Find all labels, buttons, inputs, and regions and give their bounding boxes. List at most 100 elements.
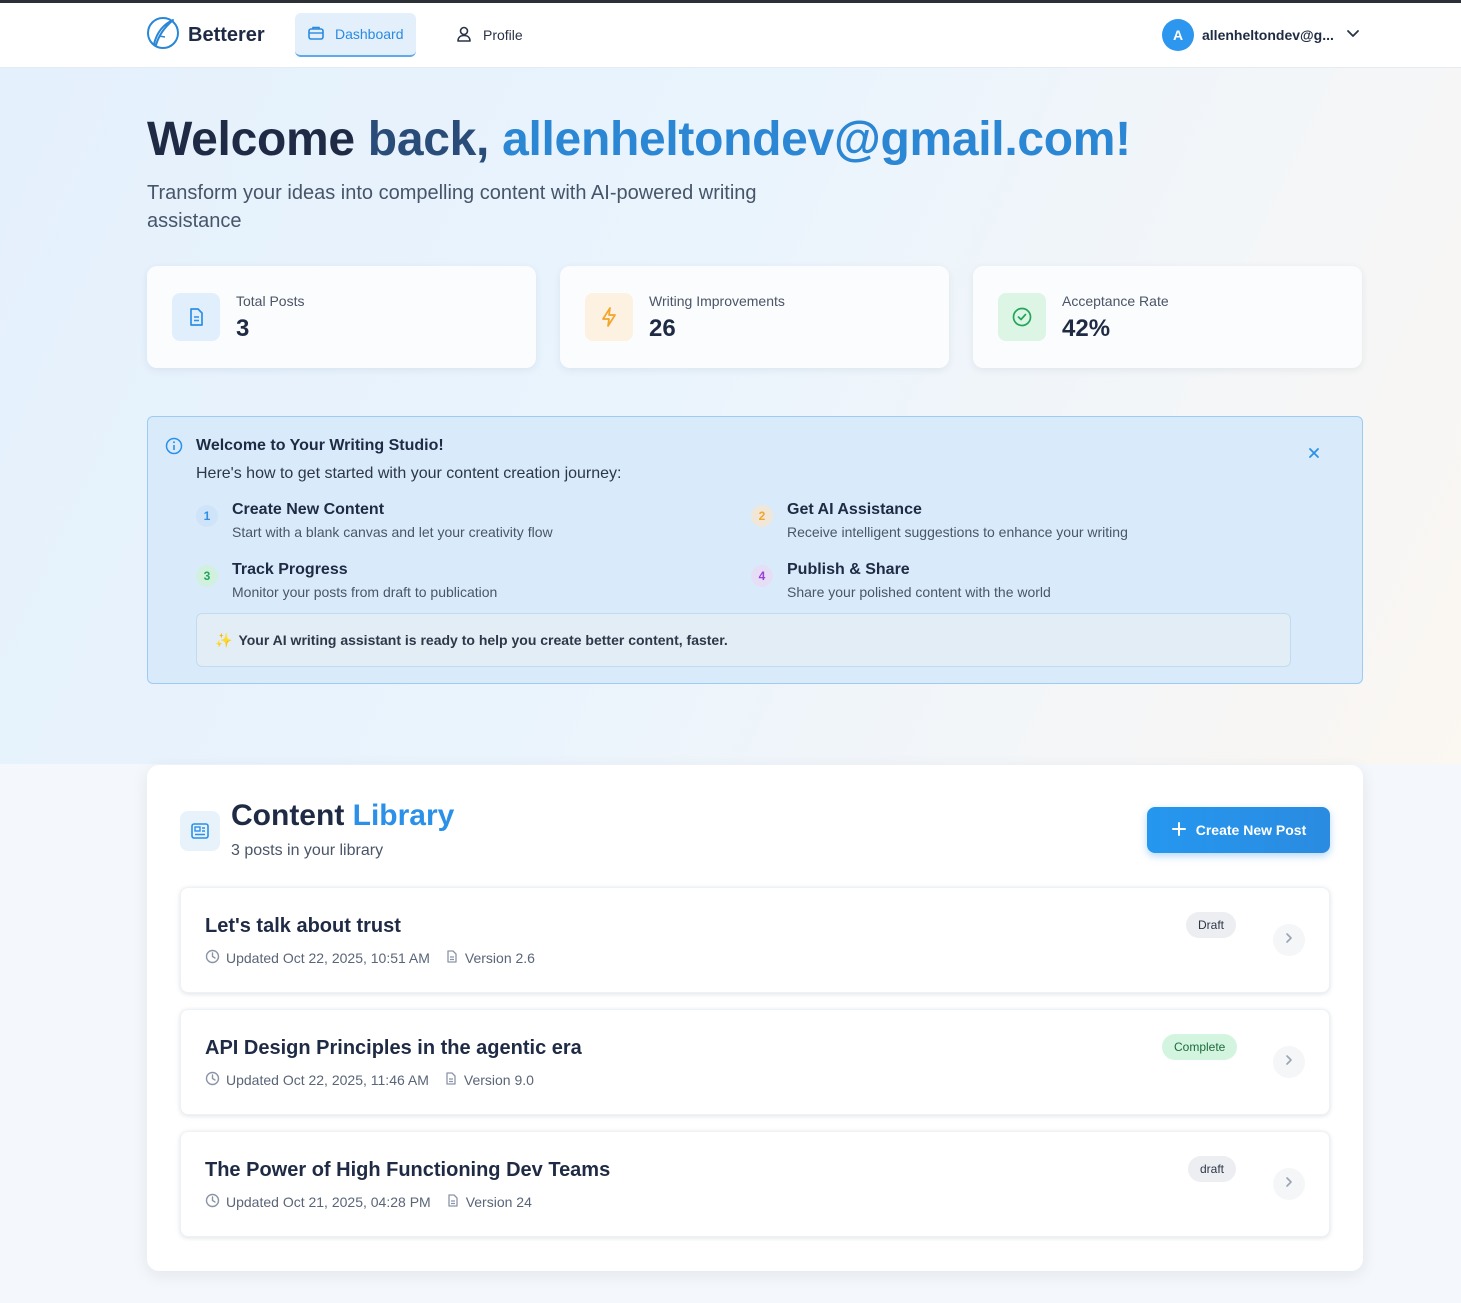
post-updated: Updated Oct 22, 2025, 10:51 AM — [205, 949, 430, 967]
step-description: Share your polished content with the wor… — [787, 584, 1051, 600]
content-library: Content Library 3 posts in your library … — [147, 765, 1363, 1271]
step-track-progress: 3 Track Progress Monitor your posts from… — [196, 561, 716, 605]
tab-profile[interactable]: Profile — [443, 13, 543, 57]
step-title: Get AI Assistance — [787, 501, 922, 518]
step-title: Publish & Share — [787, 561, 910, 578]
library-title-b: Library — [352, 799, 455, 832]
post-title: The Power of High Functioning Dev Teams — [205, 1159, 611, 1181]
document-icon — [172, 293, 220, 341]
user-menu[interactable]: A allenheltondev@g... — [1162, 19, 1360, 51]
stat-label: Acceptance Rate — [1062, 293, 1169, 309]
newspaper-icon — [180, 811, 220, 851]
post-meta: Updated Oct 21, 2025, 04:28 PM Version 2… — [205, 1193, 546, 1211]
title-back: back, — [367, 113, 503, 166]
library-count: 3 posts in your library — [231, 842, 384, 859]
navbar: Betterer Dashboard Profile A allenhelton… — [0, 3, 1461, 68]
step-number: 2 — [751, 505, 773, 527]
title-welcome: Welcome — [147, 113, 368, 166]
clock-icon — [205, 1071, 220, 1089]
step-description: Monitor your posts from draft to publica… — [232, 584, 498, 600]
info-icon — [165, 437, 183, 460]
post-updated-text: Updated Oct 21, 2025, 04:28 PM — [226, 1194, 431, 1210]
create-new-post-label: Create New Post — [1195, 822, 1307, 838]
stat-card-acceptance-rate: Acceptance Rate 42% — [973, 266, 1362, 368]
welcome-subtitle: Here's how to get started with your cont… — [196, 465, 622, 482]
post-meta: Updated Oct 22, 2025, 11:46 AM Version 9… — [205, 1071, 548, 1089]
chevron-right-icon — [1283, 931, 1295, 949]
welcome-title: Welcome to Your Writing Studio! — [196, 437, 444, 454]
stat-card-writing-improvements: Writing Improvements 26 — [560, 266, 949, 368]
avatar: A — [1162, 19, 1194, 51]
document-icon — [444, 949, 459, 967]
post-card[interactable]: API Design Principles in the agentic era… — [180, 1009, 1330, 1115]
stat-label: Total Posts — [236, 293, 305, 309]
chevron-right-icon — [1283, 1175, 1295, 1193]
post-updated: Updated Oct 21, 2025, 04:28 PM — [205, 1193, 431, 1211]
tab-dashboard-label: Dashboard — [335, 26, 404, 42]
briefcase-icon — [307, 24, 325, 45]
lightning-icon — [585, 293, 633, 341]
status-badge: Complete — [1162, 1034, 1238, 1060]
post-version: Version 2.6 — [444, 949, 535, 967]
library-title-a: Content — [231, 799, 353, 832]
chevron-down-icon — [1346, 26, 1360, 45]
step-publish-share: 4 Publish & Share Share your polished co… — [751, 561, 1271, 605]
post-title: Let's talk about trust — [205, 915, 401, 937]
document-icon — [445, 1193, 460, 1211]
step-ai-assistance: 2 Get AI Assistance Receive intelligent … — [751, 501, 1271, 545]
open-post-button[interactable] — [1273, 1046, 1305, 1078]
open-post-button[interactable] — [1273, 1168, 1305, 1200]
sparkles-icon: ✨ — [215, 631, 233, 648]
library-title: Content Library — [231, 799, 454, 833]
document-icon — [443, 1071, 458, 1089]
page-title: Welcome back, allenheltondev@gmail.com! — [147, 112, 1131, 167]
step-number: 3 — [196, 565, 218, 587]
post-version-text: Version 9.0 — [463, 1072, 534, 1088]
stat-value: 26 — [649, 315, 676, 342]
ai-tip-text: Your AI writing assistant is ready to he… — [238, 632, 728, 648]
post-version: Version 9.0 — [443, 1071, 534, 1089]
step-create-content: 1 Create New Content Start with a blank … — [196, 501, 716, 545]
title-email: allenheltondev@gmail.com! — [502, 113, 1131, 166]
post-card[interactable]: Let's talk about trust Updated Oct 22, 2… — [180, 887, 1330, 993]
step-description: Receive intelligent suggestions to enhan… — [787, 524, 1128, 540]
stat-card-total-posts: Total Posts 3 — [147, 266, 536, 368]
check-circle-icon — [998, 293, 1046, 341]
user-icon — [455, 25, 473, 46]
post-updated: Updated Oct 22, 2025, 11:46 AM — [205, 1071, 429, 1089]
step-number: 1 — [196, 505, 218, 527]
brand-name: Betterer — [188, 23, 265, 46]
open-post-button[interactable] — [1273, 924, 1305, 956]
step-number: 4 — [751, 565, 773, 587]
step-title: Create New Content — [232, 501, 385, 518]
clock-icon — [205, 1193, 220, 1211]
post-version-text: Version 2.6 — [464, 950, 535, 966]
step-title: Track Progress — [232, 561, 348, 578]
chevron-right-icon — [1283, 1053, 1295, 1071]
tab-profile-label: Profile — [483, 27, 523, 43]
page-subtitle: Transform your ideas into compelling con… — [147, 182, 757, 232]
close-icon[interactable] — [1306, 445, 1322, 466]
create-new-post-button[interactable]: Create New Post — [1147, 807, 1330, 853]
ai-tip-banner: ✨ Your AI writing assistant is ready to … — [196, 613, 1291, 667]
plus-icon — [1171, 821, 1187, 840]
user-email: allenheltondev@g... — [1202, 27, 1334, 43]
post-card[interactable]: The Power of High Functioning Dev Teams … — [180, 1131, 1330, 1237]
stat-value: 42% — [1062, 315, 1111, 342]
status-badge: Draft — [1186, 912, 1237, 938]
post-meta: Updated Oct 22, 2025, 10:51 AM Version 2… — [205, 949, 549, 967]
post-updated-text: Updated Oct 22, 2025, 10:51 AM — [226, 950, 430, 966]
welcome-alert: Welcome to Your Writing Studio! Here's h… — [147, 416, 1363, 684]
step-description: Start with a blank canvas and let your c… — [232, 524, 553, 540]
feather-pen-logo-icon — [146, 16, 180, 55]
tab-dashboard[interactable]: Dashboard — [295, 13, 416, 57]
status-badge: draft — [1188, 1156, 1237, 1182]
brand[interactable]: Betterer — [146, 16, 265, 55]
post-version: Version 24 — [445, 1193, 532, 1211]
clock-icon — [205, 949, 220, 967]
post-updated-text: Updated Oct 22, 2025, 11:46 AM — [226, 1072, 429, 1088]
post-title: API Design Principles in the agentic era — [205, 1037, 582, 1059]
stat-label: Writing Improvements — [649, 293, 785, 309]
stat-value: 3 — [236, 315, 250, 342]
post-version-text: Version 24 — [465, 1194, 532, 1210]
